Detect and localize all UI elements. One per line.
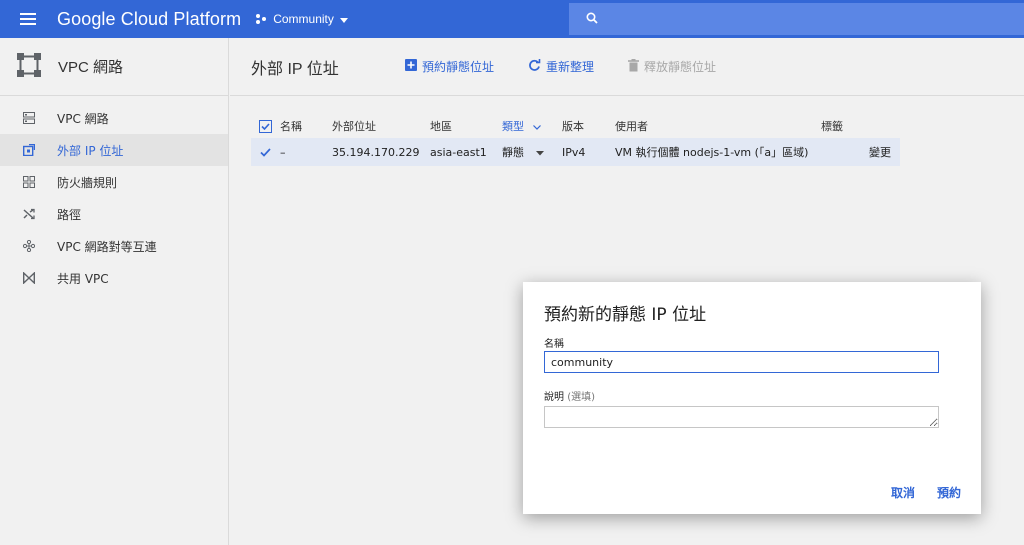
description-field[interactable] bbox=[544, 406, 939, 428]
reserve-button[interactable]: 預約 bbox=[937, 484, 961, 501]
description-label-text: 說明 bbox=[544, 392, 564, 403]
description-field-label: 說明 (選填) bbox=[544, 388, 595, 403]
reserve-ip-dialog: 預約新的靜態 IP 位址 名稱 說明 (選填) 取消 預約 bbox=[523, 282, 981, 514]
dialog-title: 預約新的靜態 IP 位址 bbox=[544, 305, 707, 325]
cancel-button[interactable]: 取消 bbox=[891, 484, 915, 501]
optional-hint: (選填) bbox=[567, 392, 595, 403]
name-field[interactable] bbox=[544, 351, 939, 373]
name-field-label: 名稱 bbox=[544, 339, 564, 350]
